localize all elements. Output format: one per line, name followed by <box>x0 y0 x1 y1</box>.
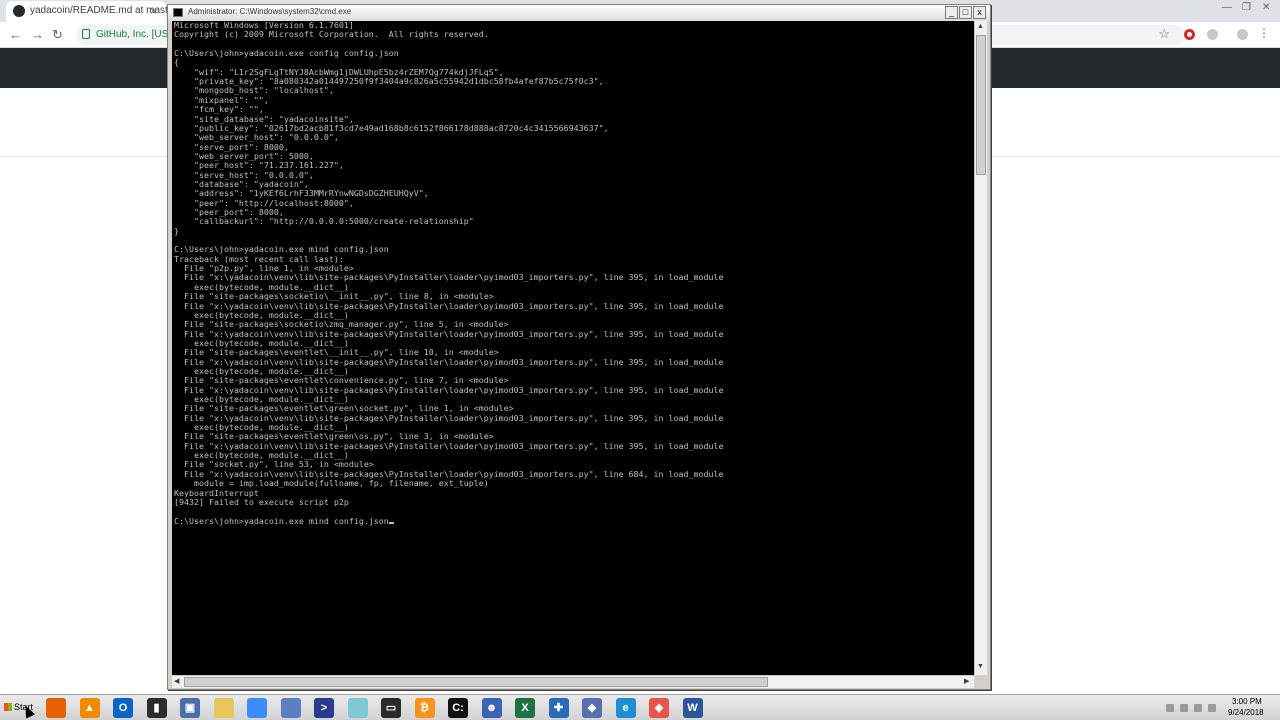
powershell-glyph: > <box>320 702 328 714</box>
windows-logo-icon <box>4 703 12 711</box>
notepad-glyph <box>348 698 368 718</box>
terminal-icon[interactable]: ▮ <box>146 698 167 718</box>
cmd-title: Administrator: C:\Windows\system32\cmd.e… <box>188 7 352 16</box>
git-icon[interactable]: ◈ <box>649 698 669 718</box>
puzzle-icon[interactable]: ✚ <box>548 698 569 718</box>
forward-icon[interactable]: → <box>31 27 44 42</box>
bitcoin-icon[interactable]: ₿ <box>414 698 435 718</box>
outlook-icon[interactable]: O <box>113 698 133 718</box>
remote-desktop-icon[interactable]: ▭ <box>381 698 401 718</box>
site-identity: GitHub, Inc. [US] <box>96 29 172 40</box>
console-output[interactable]: Microsoft Windows [Version 6.1.7601] Copy… <box>172 21 974 675</box>
close-icon[interactable]: ✕ <box>1262 2 1270 13</box>
console-line: C:\Users\john>yadacoin.exe config config… <box>174 48 399 59</box>
browser-tab[interactable]: yadacoin/README.md at master × <box>6 1 177 22</box>
cmd-titlebar[interactable]: Administrator: C:\Windows\system32\cmd.e… <box>168 5 990 21</box>
ethereum-glyph: ◆ <box>587 702 597 714</box>
terminal-glyph: ▮ <box>153 702 160 714</box>
folder-glyph <box>214 698 234 718</box>
excel-icon[interactable]: X <box>515 698 535 718</box>
outlook-glyph: O <box>118 702 128 714</box>
clock-time[interactable]: 3:00 PM <box>1232 697 1262 706</box>
powershell-icon[interactable]: > <box>314 698 334 718</box>
firefox-glyph <box>46 698 66 718</box>
system-tray: 3:00 PM 9/24/2018 <box>1160 695 1280 720</box>
excel-glyph: X <box>521 702 529 714</box>
close-tab-icon[interactable]: × <box>150 4 157 18</box>
maximize-button[interactable]: □ <box>959 6 972 19</box>
volume-tray-icon[interactable] <box>1194 704 1202 712</box>
ie-icon[interactable]: e <box>615 698 636 718</box>
notepad-icon[interactable] <box>347 698 368 718</box>
database-glyph <box>281 698 301 718</box>
vlc-icon[interactable]: ▲ <box>79 698 100 718</box>
vertical-scrollbar[interactable]: ▲ ▼ <box>974 21 987 675</box>
vlc-glyph: ▲ <box>84 702 95 714</box>
bitcoin-glyph: ₿ <box>420 702 429 714</box>
network-glyph: ▣ <box>184 702 196 714</box>
flag-tray-icon[interactable] <box>1208 704 1216 712</box>
scroll-down-icon[interactable]: ▼ <box>977 663 984 670</box>
console-line: Copyright (c) 2009 Microsoft Corporation… <box>174 29 489 40</box>
console-line: "callbackurl": "http://0.0.0.0:5000/crea… <box>174 216 474 227</box>
minimize-icon[interactable]: — <box>1222 2 1232 13</box>
ie-glyph: e <box>622 702 629 714</box>
git-glyph: ◈ <box>654 702 664 714</box>
firefox-icon[interactable] <box>46 698 66 718</box>
restore-icon[interactable]: ❐ <box>1242 2 1251 13</box>
extension-opera-icon[interactable] <box>1184 29 1195 40</box>
cmd-window-icon <box>173 8 183 17</box>
cmd-window: Administrator: C:\Windows\system32\cmd.e… <box>167 4 991 690</box>
remote-desktop-glyph: ▭ <box>385 702 397 714</box>
browser-window-controls: — ❐ ✕ <box>1216 0 1280 22</box>
database-icon[interactable] <box>280 698 301 718</box>
scroll-thumb[interactable] <box>976 35 986 175</box>
taskbar: Start ▲ O ▮ ▣ > ▭ ₿ C: ☻ X ✚ ◆ e ◈ W 3:00 PM 9/24/2018 <box>0 694 1280 720</box>
extension-icon[interactable] <box>1207 29 1218 40</box>
lock-icon <box>82 29 90 39</box>
network-tray-icon[interactable] <box>1180 704 1188 712</box>
reload-icon[interactable]: ↻ <box>52 27 63 43</box>
console-line: [9432] Failed to execute script p2p <box>174 496 349 507</box>
console-line: C:\Users\john>yadacoin.exe mind config.j… <box>174 516 394 526</box>
user-manager-icon[interactable]: ☻ <box>481 698 502 718</box>
profile-icon[interactable] <box>1237 29 1248 40</box>
ethereum-icon[interactable]: ◆ <box>582 698 602 718</box>
back-icon[interactable]: ← <box>9 27 22 42</box>
word-glyph: W <box>687 702 698 714</box>
chrome-glyph <box>247 698 267 718</box>
scroll-left-icon[interactable]: ◀ <box>174 677 179 685</box>
cmd-icon[interactable]: C: <box>448 698 468 718</box>
scroll-right-icon[interactable]: ▶ <box>964 677 969 685</box>
tray-arrow-icon[interactable] <box>1166 704 1174 712</box>
scroll-up-icon[interactable]: ▲ <box>977 23 984 30</box>
browser-menu-icon[interactable]: ⋮ <box>1258 26 1270 40</box>
cmd-glyph: C: <box>452 702 464 714</box>
chrome-icon[interactable] <box>247 698 267 718</box>
clock-date[interactable]: 9/24/2018 <box>1228 708 1264 717</box>
minimize-button[interactable]: _ <box>945 6 958 19</box>
close-button[interactable]: x <box>973 6 986 19</box>
console-line: } <box>174 225 179 236</box>
folder-icon[interactable] <box>213 698 234 718</box>
horizontal-scrollbar[interactable]: ◀ ▶ <box>172 675 974 688</box>
text-cursor <box>388 521 394 524</box>
user-manager-glyph: ☻ <box>485 702 498 714</box>
network-icon[interactable]: ▣ <box>180 698 200 718</box>
bookmark-star-icon[interactable]: ☆ <box>1158 26 1170 42</box>
word-icon[interactable]: W <box>682 698 703 718</box>
github-icon <box>13 5 25 17</box>
scroll-thumb-horizontal[interactable] <box>184 677 768 687</box>
puzzle-glyph: ✚ <box>553 702 564 714</box>
